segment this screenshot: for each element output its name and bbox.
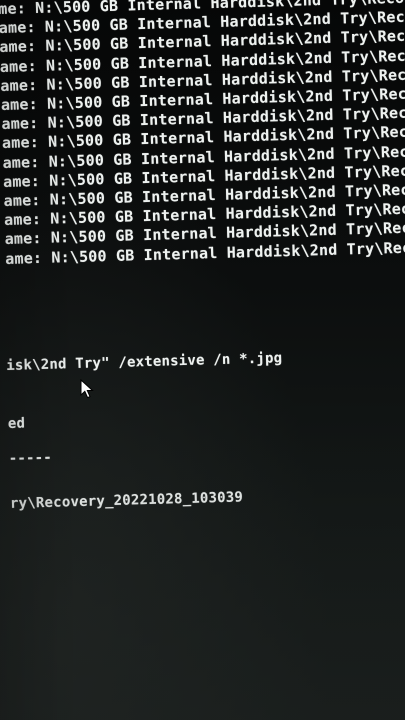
mouse-pointer-icon — [80, 379, 94, 399]
status-line: ed — [7, 415, 26, 432]
terminal-window[interactable]: me: N:\500 GB Internal Harddisk\2nd Try\… — [0, 0, 405, 720]
separator-line: ----- — [8, 449, 53, 467]
terminal-screen: me: N:\500 GB Internal Harddisk\2nd Try\… — [0, 0, 405, 720]
output-path: ry\Recovery_20221028_103039 — [9, 489, 244, 512]
command-line: isk\2nd Try" /extensive /n *.jpg — [5, 350, 283, 374]
